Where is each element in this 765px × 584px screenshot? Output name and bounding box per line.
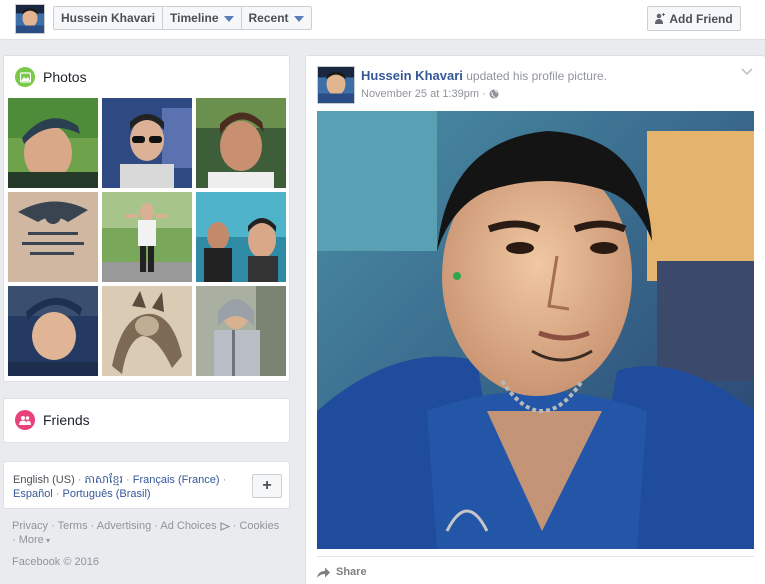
- add-person-icon: [655, 13, 666, 24]
- language-selector-card: English (US) · ភាសាខ្មែរ · Français (Fra…: [3, 461, 290, 509]
- copyright: Facebook © 2016: [12, 556, 99, 568]
- profile-avatar-small[interactable]: [15, 4, 45, 34]
- footer-link-ad-choices[interactable]: Ad Choices: [160, 520, 216, 532]
- globe-icon[interactable]: [489, 89, 499, 99]
- language-link[interactable]: ភាសាខ្មែរ: [85, 474, 123, 486]
- avatar-image: [16, 5, 44, 33]
- chevron-down-icon: [223, 16, 234, 22]
- post-meta: November 25 at 1:39pm ·: [361, 88, 499, 100]
- photo-thumbnail[interactable]: [8, 98, 98, 188]
- language-link[interactable]: Português (Brasil): [63, 488, 151, 500]
- current-language: English (US): [13, 474, 75, 486]
- language-link[interactable]: Français (France): [133, 474, 220, 486]
- share-arrow-icon: [317, 567, 330, 578]
- divider: [317, 556, 754, 557]
- footer-link-more[interactable]: More: [19, 534, 44, 546]
- profile-picture-photo[interactable]: [317, 111, 754, 549]
- photos-grid: [8, 98, 286, 376]
- photo-thumbnail[interactable]: [102, 98, 192, 188]
- footer-link-cookies[interactable]: Cookies: [239, 520, 279, 532]
- photo-thumbnail[interactable]: [8, 192, 98, 282]
- more-languages-button[interactable]: +: [252, 474, 282, 498]
- add-friend-button[interactable]: Add Friend: [647, 6, 741, 31]
- post-author-avatar[interactable]: [317, 66, 355, 104]
- footer-link-advertising[interactable]: Advertising: [97, 520, 151, 532]
- separator-dot: ·: [482, 88, 486, 100]
- avatar-image: [318, 67, 354, 103]
- photo-thumbnail[interactable]: [102, 192, 192, 282]
- photo-thumbnail[interactable]: [196, 192, 286, 282]
- friends-card: Friends: [3, 398, 290, 443]
- share-button[interactable]: Share: [317, 566, 367, 578]
- profile-top-bar: Hussein Khavari Timeline Recent Add Frie…: [0, 0, 765, 40]
- photos-card: Photos: [3, 55, 290, 382]
- language-link[interactable]: Español: [13, 488, 53, 500]
- post-card: Hussein Khavari updated his profile pict…: [305, 55, 765, 584]
- chevron-down-icon: [293, 16, 304, 22]
- photos-header[interactable]: Photos: [4, 56, 289, 87]
- photo-thumbnail[interactable]: [196, 286, 286, 376]
- friends-header[interactable]: Friends: [4, 399, 289, 430]
- ad-choices-icon: [220, 521, 231, 531]
- post-action: updated his profile picture.: [466, 69, 607, 83]
- chevron-down-icon: ▾: [43, 536, 51, 545]
- profile-picture-image: [317, 111, 754, 549]
- photos-icon: [15, 67, 35, 87]
- post-author-name[interactable]: Hussein Khavari: [361, 68, 463, 83]
- photo-thumbnail[interactable]: [196, 98, 286, 188]
- post-timestamp[interactable]: November 25 at 1:39pm: [361, 88, 479, 100]
- language-list: English (US) · ភាសាខ្មែរ · Français (Fra…: [13, 474, 227, 500]
- footer-link-privacy[interactable]: Privacy: [12, 520, 48, 532]
- timeline-dropdown[interactable]: Timeline: [163, 7, 242, 29]
- footer-link-terms[interactable]: Terms: [58, 520, 88, 532]
- recent-dropdown[interactable]: Recent: [242, 7, 311, 29]
- post-title: Hussein Khavari updated his profile pict…: [361, 68, 607, 83]
- profile-breadcrumb: Hussein Khavari Timeline Recent: [53, 6, 312, 30]
- photo-thumbnail[interactable]: [8, 286, 98, 376]
- friends-icon: [15, 410, 35, 430]
- profile-name-link[interactable]: Hussein Khavari: [54, 7, 164, 29]
- footer-links: Privacy · Terms · Advertising · Ad Choic…: [12, 520, 280, 546]
- photo-thumbnail[interactable]: [102, 286, 192, 376]
- post-options-chevron-icon[interactable]: [741, 68, 753, 76]
